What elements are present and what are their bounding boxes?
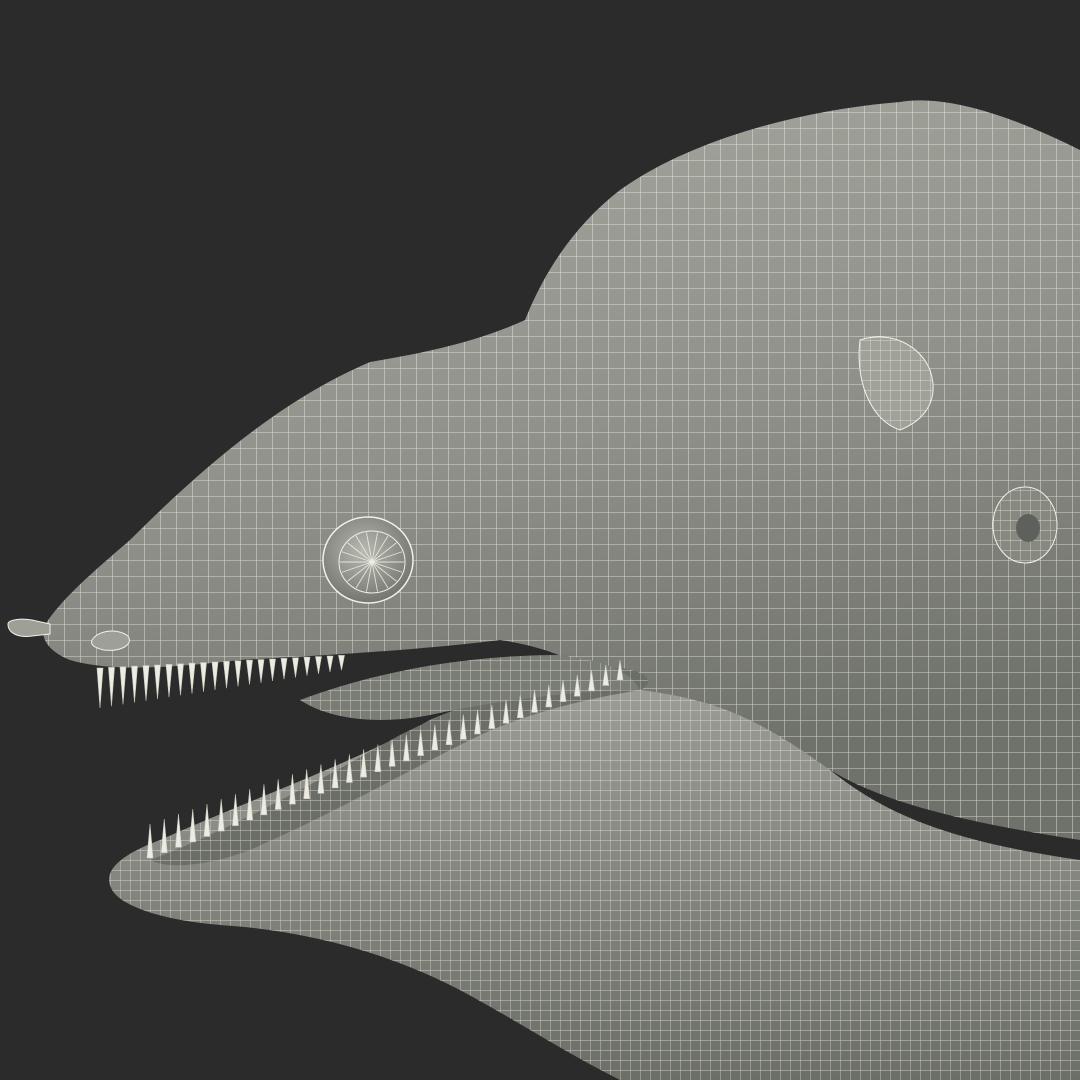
eye <box>322 516 414 604</box>
wireframe-eel-render <box>0 0 1080 1080</box>
gill-opening <box>992 486 1058 564</box>
render-viewport <box>0 0 1080 1080</box>
